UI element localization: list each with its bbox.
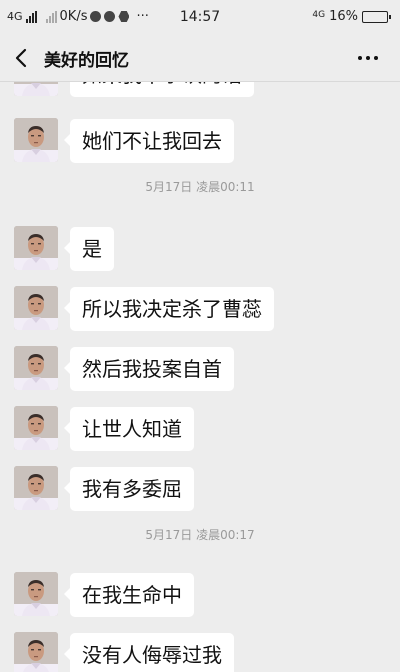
message-bubble[interactable]: 是 [64, 227, 114, 271]
avatar[interactable] [14, 286, 58, 330]
message-bubble[interactable]: 她们不让我回去 [64, 119, 234, 163]
battery-icon [362, 10, 391, 23]
chevron-left-icon[interactable] [10, 46, 34, 70]
message-bubble[interactable]: 在我生命中 [64, 573, 194, 617]
avatar[interactable] [14, 82, 58, 96]
chat-header: 美好的回忆 [0, 34, 400, 82]
avatar[interactable] [14, 346, 58, 390]
avatar[interactable] [14, 406, 58, 450]
battery-percent: 16% [329, 9, 358, 24]
message-bubble[interactable]: 所以我决定杀了曹蕊 [64, 287, 274, 331]
chat-title: 美好的回忆 [44, 51, 129, 71]
message-bubble[interactable]: 我有多委屈 [64, 467, 194, 511]
status-right: 4G 16% [312, 9, 391, 24]
more-dots-icon[interactable] [356, 46, 380, 70]
message-bubble[interactable]: 然后我投案自首 [64, 347, 234, 391]
avatar[interactable] [14, 466, 58, 510]
message-bubble[interactable]: 没有人侮辱过我 [64, 633, 234, 672]
message-timestamp: 5月17日 凌晨00:17 [145, 528, 255, 542]
avatar[interactable] [14, 572, 58, 616]
message-bubble[interactable]: 让世人知道 [64, 407, 194, 451]
avatar[interactable] [14, 118, 58, 162]
network-type-right: 4G [312, 9, 326, 20]
avatar[interactable] [14, 226, 58, 270]
status-bar: 4G 0K/s ··· 14:57 4G 16% [0, 0, 400, 34]
message-timestamp: 5月17日 凌晨00:11 [145, 180, 255, 194]
message-bubble[interactable]: 如果我不承认的话 [70, 82, 254, 97]
avatar[interactable] [14, 632, 58, 672]
message-list[interactable]: 如果我不承认的话她们不让我回去 5月17日 凌晨00:11 是所以我决定杀了曹蕊然后… [0, 82, 400, 672]
